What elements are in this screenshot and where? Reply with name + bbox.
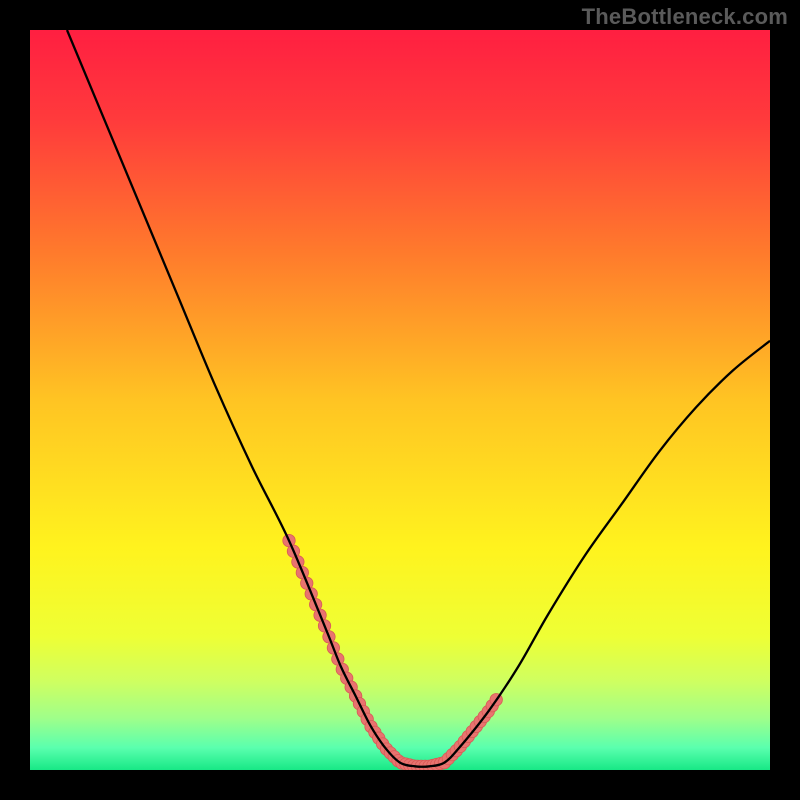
chart-frame: TheBottleneck.com	[0, 0, 800, 800]
chart-background	[30, 30, 770, 770]
bottleneck-chart	[30, 30, 770, 770]
watermark-label: TheBottleneck.com	[582, 4, 788, 30]
